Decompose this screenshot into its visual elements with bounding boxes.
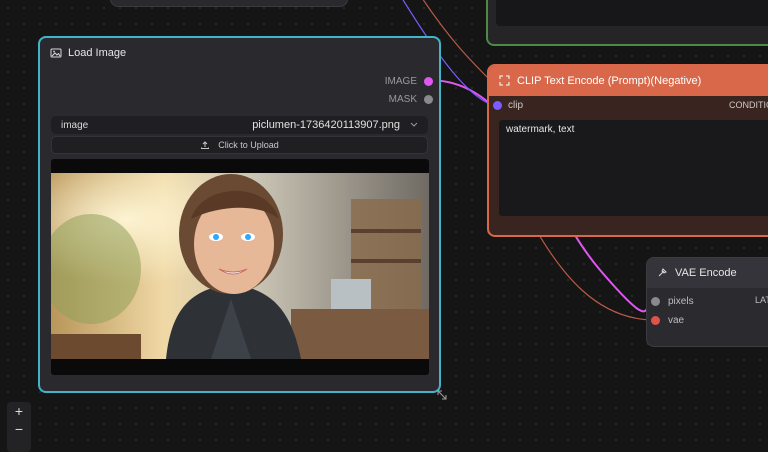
output-conditioning-label: CONDITIO [729,100,768,110]
chevron-down-icon [410,120,418,131]
image-combo-widget[interactable]: image piclumen-1736420113907.png [51,116,428,134]
resize-handle-icon[interactable] [436,389,448,401]
input-pixels-label: pixels [668,296,694,307]
output-image-socket[interactable] [424,77,433,86]
output-latent-label: LAT [755,295,768,305]
input-clip-label: clip [508,100,524,111]
output-image-label: IMAGE [384,76,417,87]
partial-node-top[interactable] [110,0,348,7]
zoom-out-button[interactable]: − [7,420,31,438]
clip-title-bar[interactable]: CLIP Text Encode (Prompt)(Negative) [489,66,768,96]
pin-icon [657,267,669,279]
output-mask-socket[interactable] [424,95,433,104]
upload-label: Click to Upload [218,140,279,150]
preview-illustration [51,173,429,359]
input-vae-socket[interactable] [651,316,660,325]
input-vae[interactable]: vae [651,315,684,326]
image-widget-value: piclumen-1736420113907.png [252,119,400,131]
image-preview [51,159,429,375]
vae-title: VAE Encode [675,267,737,279]
output-mask-label: MASK [388,94,417,105]
input-vae-label: vae [668,315,685,326]
load-image-title-bar[interactable]: Load Image [40,38,439,68]
input-pixels[interactable]: pixels [651,296,694,307]
image-widget-label: image [61,119,89,131]
upload-button[interactable]: Click to Upload [51,136,428,154]
vae-title-bar[interactable]: VAE Encode [647,258,768,288]
vae-encode-node[interactable]: VAE Encode pixels vae LAT [646,257,768,347]
input-clip-socket[interactable] [493,101,502,110]
output-image[interactable]: IMAGE [385,76,433,87]
image-icon [50,47,62,59]
clip-text-encode-negative-node[interactable]: CLIP Text Encode (Prompt)(Negative) clip… [487,64,768,237]
load-image-title: Load Image [68,47,127,59]
output-mask[interactable]: MASK [389,94,433,105]
expand-icon [499,75,511,87]
clip-title: CLIP Text Encode (Prompt)(Negative) [517,75,702,87]
input-clip[interactable]: clip [493,100,523,111]
input-pixels-socket[interactable] [651,297,660,306]
negative-prompt-textarea[interactable]: watermark, text [499,120,768,216]
zoom-in-button[interactable]: + [7,402,31,420]
partial-node-green-body [496,0,768,26]
load-image-node[interactable]: Load Image IMAGE MASK image piclumen-173… [38,36,441,393]
partial-node-green[interactable] [486,0,768,46]
upload-icon [200,140,210,150]
